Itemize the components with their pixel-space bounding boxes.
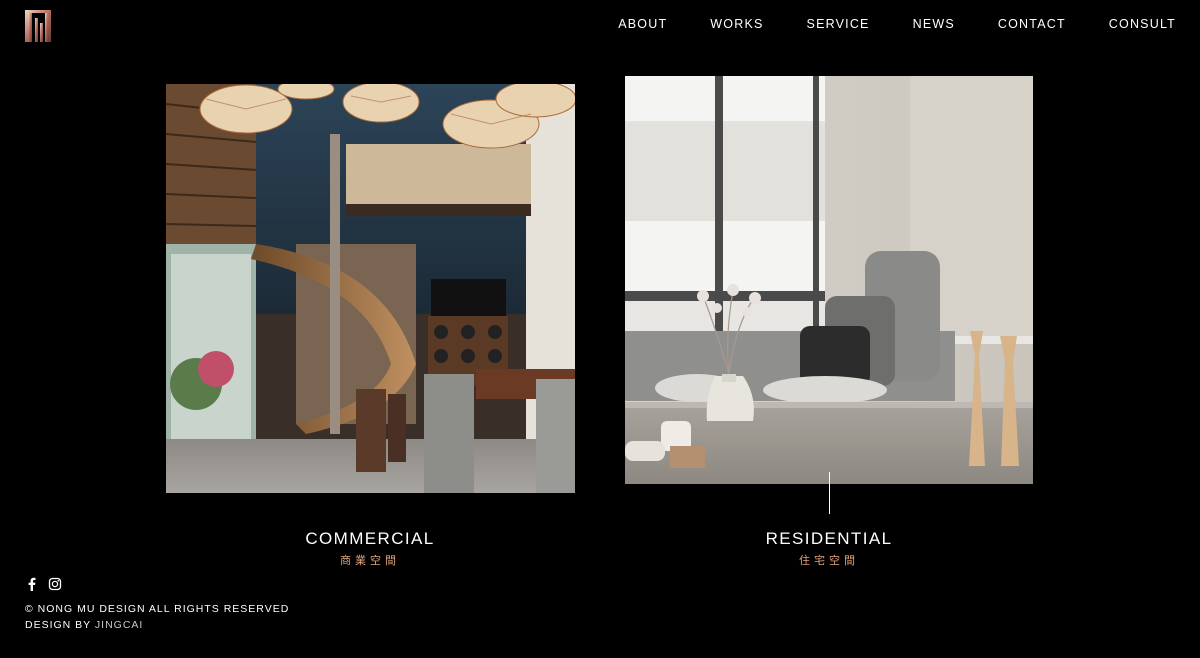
credit-link[interactable]: JINGCAI <box>95 619 143 631</box>
nav-news[interactable]: NEWS <box>913 17 955 31</box>
commercial-photo[interactable] <box>166 84 575 493</box>
divider-line <box>829 472 830 514</box>
logo[interactable] <box>25 10 51 42</box>
facebook-icon[interactable] <box>25 577 39 591</box>
instagram-icon[interactable] <box>48 577 62 591</box>
nav-about[interactable]: ABOUT <box>618 17 667 31</box>
commercial-subtitle: 商業空間 <box>340 554 400 567</box>
residential-subtitle: 住宅空間 <box>799 554 859 567</box>
design-credit: DESIGN BY JINGCAI <box>25 619 143 631</box>
commercial-title[interactable]: COMMERCIAL <box>220 529 520 549</box>
nav-contact[interactable]: CONTACT <box>998 17 1066 31</box>
residential-title[interactable]: RESIDENTIAL <box>679 529 979 549</box>
copyright-text: © NONG MU DESIGN ALL RIGHTS RESERVED <box>25 603 290 615</box>
nav-consult[interactable]: CONSULT <box>1109 17 1176 31</box>
nav-service[interactable]: SERVICE <box>807 17 870 31</box>
credit-prefix: DESIGN BY <box>25 619 95 631</box>
residential-photo[interactable] <box>625 76 1033 484</box>
main-nav: ABOUT WORKS SERVICE NEWS CONTACT CONSULT <box>618 17 1176 31</box>
page: ABOUT WORKS SERVICE NEWS CONTACT CONSULT <box>0 0 1200 658</box>
social-links <box>25 577 71 591</box>
nav-works[interactable]: WORKS <box>710 17 763 31</box>
